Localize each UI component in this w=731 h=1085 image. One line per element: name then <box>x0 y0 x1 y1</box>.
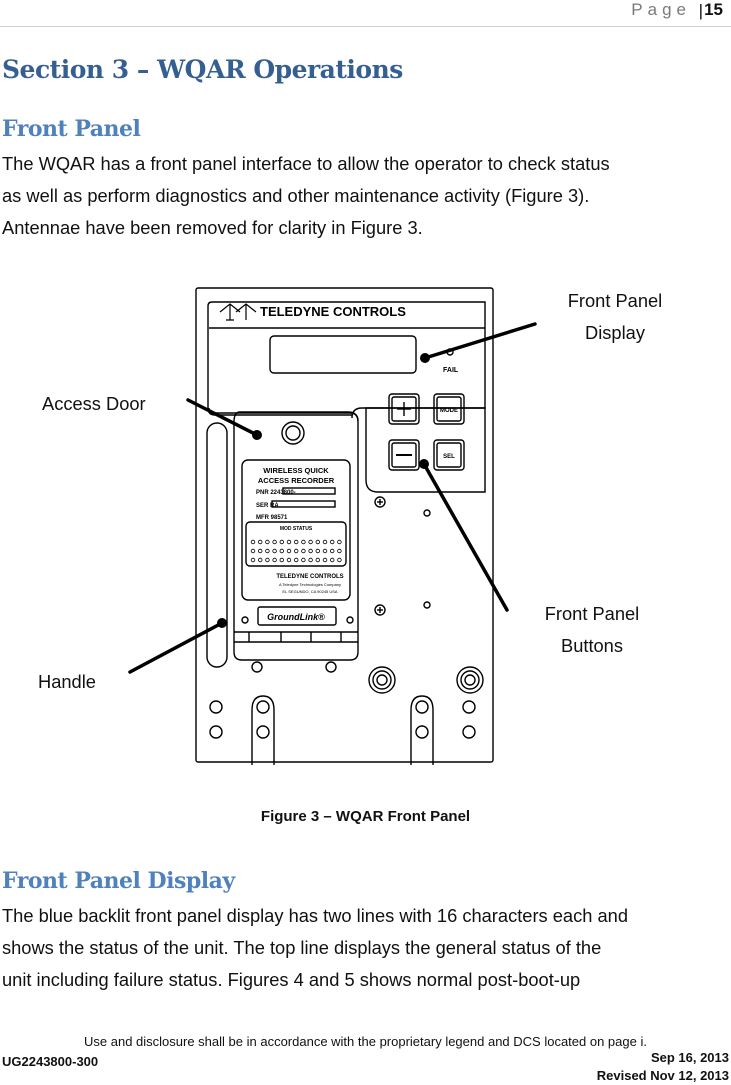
status-led <box>322 548 328 554</box>
callout-handle: Handle <box>38 671 96 692</box>
status-led <box>250 548 256 554</box>
mod-status-leds <box>250 539 342 563</box>
callout-front-panel-buttons: Front Panel Buttons <box>527 598 657 662</box>
paragraph-line: unit including failure status. Figures 4… <box>2 969 581 990</box>
status-led <box>258 557 263 563</box>
status-led <box>294 548 299 554</box>
label-mfr: MFR 98571 <box>256 515 288 521</box>
sel-label: SEL <box>443 454 455 460</box>
paragraph-line: as well as perform diagnostics and other… <box>2 185 590 206</box>
front-panel-heading: Front Panel <box>2 116 141 142</box>
status-led <box>286 539 292 545</box>
page-header: Page | 15 <box>0 0 731 27</box>
label-sub2: EL SEGUNDO, CA 90245 USA <box>282 589 338 594</box>
callout-access-door: Access Door <box>42 393 146 414</box>
status-led <box>265 539 270 545</box>
status-led <box>272 548 277 554</box>
status-led <box>294 539 299 545</box>
callout-text: Buttons <box>561 635 623 656</box>
status-led <box>258 548 263 554</box>
status-led <box>315 548 320 554</box>
device-brand: TELEDYNE CONTROLS <box>260 304 406 319</box>
document-number: UG2243800-300 <box>2 1054 99 1069</box>
status-led <box>301 557 306 563</box>
status-led <box>308 539 313 545</box>
label-ser: SER RA <box>256 503 279 509</box>
status-led <box>250 539 256 545</box>
callout-line-access-door <box>186 398 259 437</box>
status-led <box>279 539 284 545</box>
status-led <box>250 557 256 563</box>
mode-label: MODE <box>440 408 458 414</box>
groundlink-logo: GroundLink® <box>267 612 325 622</box>
status-led <box>294 557 299 563</box>
label-title-2: ACCESS RECORDER <box>258 476 335 485</box>
revised-date: Revised Nov 12, 2013 <box>596 1068 729 1083</box>
paragraph-line: shows the status of the unit. The top li… <box>2 937 602 958</box>
label-title-1: WIRELESS QUICK <box>263 466 329 475</box>
status-led <box>272 557 277 563</box>
callout-line-display <box>423 322 537 360</box>
issue-date: Sep 16, 2013 <box>650 1050 729 1065</box>
device-housing <box>195 287 494 763</box>
status-led <box>286 548 292 554</box>
document-dates: Sep 16, 2013 Revised Nov 12, 2013 <box>597 1049 729 1085</box>
button-cluster <box>365 407 486 493</box>
status-led <box>301 539 306 545</box>
status-led <box>330 557 335 563</box>
status-led <box>265 548 270 554</box>
callout-line-handle <box>128 621 224 674</box>
label-pnr: PNR 2243800- <box>256 490 296 496</box>
status-led <box>301 548 306 554</box>
lcd-window <box>269 335 417 374</box>
page-number: 15 <box>704 0 723 19</box>
paragraph-line: The WQAR has a front panel interface to … <box>2 153 610 174</box>
status-led <box>308 548 313 554</box>
section-title: Section 3 – WQAR Operations <box>2 55 403 84</box>
front-panel-display-heading: Front Panel Display <box>2 868 235 894</box>
front-panel-display-paragraph: The blue backlit front panel display has… <box>2 900 731 996</box>
status-led <box>315 539 320 545</box>
label-sub1: A Teledyne Technologies Company <box>279 582 341 587</box>
callout-text: Front Panel <box>567 290 663 311</box>
display-bezel <box>207 301 486 419</box>
figure-wqar-front-panel: TELEDYNE CONTROLS FAIL MODE SEL WIRELESS… <box>0 280 731 780</box>
callout-text: Front Panel <box>544 603 640 624</box>
status-led <box>322 557 328 563</box>
status-led <box>272 539 277 545</box>
status-led <box>308 557 313 563</box>
wqar-device-drawing: TELEDYNE CONTROLS FAIL MODE SEL WIRELESS… <box>128 287 537 765</box>
status-led <box>330 539 335 545</box>
disclosure-note: Use and disclosure shall be in accordanc… <box>84 1034 647 1049</box>
status-led <box>315 557 320 563</box>
page-separator: | <box>698 1 703 20</box>
status-led <box>337 539 342 545</box>
status-led <box>265 557 270 563</box>
access-door <box>233 411 359 661</box>
label-mod-status: MOD STATUS <box>280 526 313 532</box>
page-label: Page <box>631 0 691 19</box>
status-led <box>258 539 263 545</box>
label-brand: TELEDYNE CONTROLS <box>276 574 343 580</box>
callout-line-buttons <box>422 462 509 612</box>
status-led <box>337 557 342 563</box>
status-led <box>322 539 328 545</box>
callout-text: Display <box>585 322 645 343</box>
status-led <box>279 557 284 563</box>
status-led <box>286 557 292 563</box>
teledyne-logo-icon <box>219 303 257 321</box>
figure-caption: Figure 3 – WQAR Front Panel <box>260 808 471 825</box>
callout-front-panel-display: Front Panel Display <box>550 285 680 349</box>
status-led <box>279 548 284 554</box>
front-panel-paragraph: The WQAR has a front panel interface to … <box>2 148 731 244</box>
status-led <box>330 548 335 554</box>
paragraph-line: The blue backlit front panel display has… <box>2 905 628 926</box>
paragraph-line: Antennae have been removed for clarity i… <box>2 217 423 238</box>
status-led <box>337 548 342 554</box>
fail-label: FAIL <box>443 367 459 374</box>
